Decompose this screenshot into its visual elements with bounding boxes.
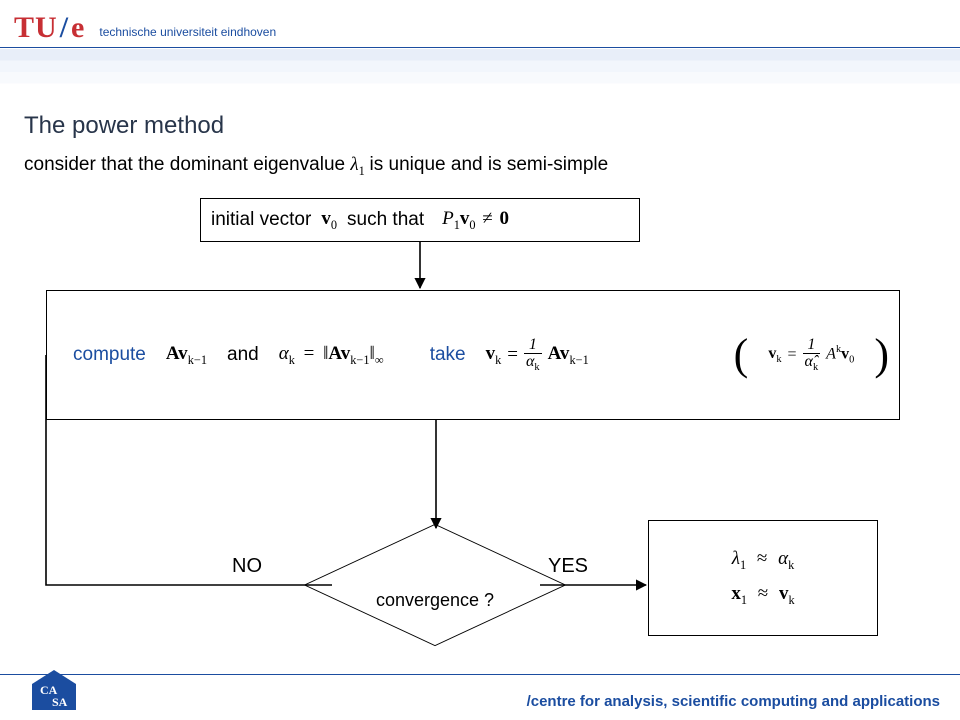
lambda-approx: λ1 ≈ αk — [732, 548, 795, 573]
slide-title: The power method — [24, 112, 224, 140]
initial-condition: P1v0 ≠ 0 — [442, 208, 509, 233]
initial-vector-box: initial vector v0 such that P1v0 ≠ 0 — [200, 198, 640, 242]
Avk1: Avk−1 — [166, 343, 207, 368]
result-box: λ1 ≈ αk x1 ≈ vk — [648, 520, 878, 636]
x-approx: x1 ≈ vk — [731, 583, 794, 608]
header: TU/e technische universiteit eindhoven — [0, 0, 960, 48]
vk-closed-form: vk = 1 α̂k Akv0 — [768, 337, 854, 374]
diamond-shape — [303, 524, 566, 646]
vk-def: vk = 1 αk Avk−1 — [486, 337, 589, 374]
frac-1-over-alphahat: 1 α̂k — [803, 337, 821, 374]
compute-word: compute — [73, 344, 146, 366]
lambda1-symbol: λ1 — [350, 154, 369, 175]
decision-diamond: convergence ? — [330, 530, 540, 640]
premise-pre: consider that the dominant eigenvalue — [24, 154, 345, 175]
decision-label: convergence ? — [330, 590, 540, 611]
logo-e: e — [71, 11, 85, 45]
university-name: technische universiteit eindhoven — [99, 25, 276, 39]
paren-open: ( — [734, 333, 749, 377]
casa-logo: CA SA — [26, 668, 82, 712]
footer-center-text: /centre for analysis, scientific computi… — [527, 693, 940, 710]
frac-1-over-alpha: 1 αk — [524, 337, 542, 374]
footer: CA SA /centre for analysis, scientific c… — [0, 674, 960, 720]
compute-box: compute Avk−1 and αk = ‖Avk−1‖∞ take vk … — [46, 290, 900, 420]
alpha-def: αk = ‖Avk−1‖∞ — [279, 343, 384, 368]
yes-label: YES — [548, 555, 588, 578]
take-word: take — [430, 344, 466, 366]
tue-logo: TU/e — [14, 11, 85, 45]
header-gradient — [0, 49, 960, 97]
svg-text:SA: SA — [52, 695, 68, 709]
premise-post: is unique and is semi-simple — [370, 154, 609, 175]
and-word: and — [227, 344, 259, 366]
no-label: NO — [232, 555, 262, 578]
initial-post: such that — [347, 209, 424, 231]
paren-close: ) — [874, 333, 889, 377]
logo-slash: / — [60, 11, 69, 45]
initial-pre: initial vector — [211, 209, 311, 231]
premise-line: consider that the dominant eigenvalue λ1… — [24, 154, 608, 179]
logo-tu: TU — [14, 11, 58, 45]
v0-symbol: v0 — [321, 208, 337, 233]
